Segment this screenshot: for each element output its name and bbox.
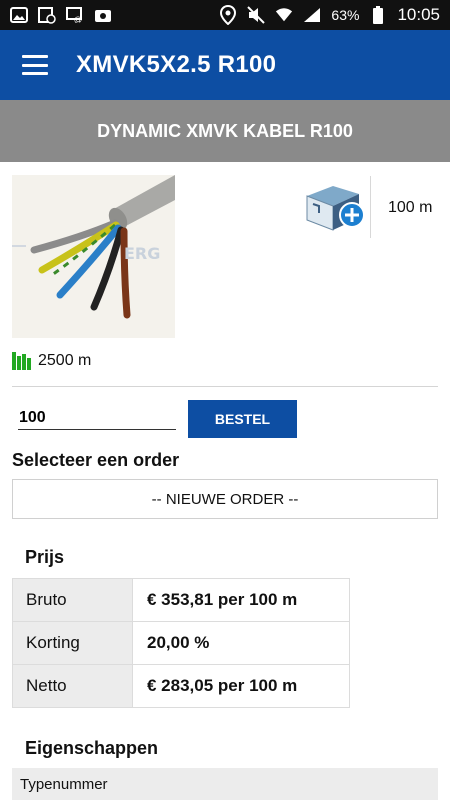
status-bar: @ 63% 10:05	[0, 0, 450, 30]
price-label: Netto	[12, 664, 133, 708]
divider	[370, 176, 371, 238]
properties-title: Eigenschappen	[25, 738, 159, 758]
signal-icon	[303, 6, 321, 24]
image-watermark: ERG	[124, 244, 160, 263]
product-name-header: DYNAMIC XMVK KABEL R100	[0, 100, 450, 162]
price-value: € 353,81 per 100 m	[132, 578, 350, 622]
divider	[12, 386, 438, 387]
clock: 10:05	[397, 5, 440, 24]
price-value: 20,00 %	[132, 621, 350, 665]
price-row-netto: Netto € 283,05 per 100 m	[12, 664, 350, 708]
price-title: Prijs	[25, 547, 65, 567]
price-label: Bruto	[12, 578, 133, 622]
menu-icon[interactable]	[22, 55, 48, 75]
battery-icon	[369, 6, 387, 24]
svg-text:@: @	[74, 15, 82, 23]
stock-quantity: 2500 m	[38, 352, 92, 369]
order-button[interactable]: BESTEL	[188, 400, 297, 438]
wifi-icon	[275, 6, 293, 24]
mute-icon	[247, 6, 266, 24]
price-row-bruto: Bruto € 353,81 per 100 m	[12, 578, 350, 622]
order-select-value: -- NIEUWE ORDER --	[151, 490, 299, 508]
price-label: Korting	[12, 621, 133, 665]
stock-icon	[12, 352, 32, 370]
stock-indicator: 2500 m	[12, 352, 91, 370]
add-box-icon[interactable]	[303, 180, 367, 234]
page-title: XMVK5X2.5 R100	[76, 51, 277, 78]
product-image: ERG	[12, 175, 175, 338]
battery-percentage: 63%	[331, 7, 360, 23]
location-icon	[219, 5, 237, 25]
photo-icon	[94, 6, 112, 24]
price-row-korting: Korting 20,00 %	[12, 621, 350, 665]
price-value: € 283,05 per 100 m	[132, 664, 350, 708]
unit-label: 100 m	[388, 199, 433, 216]
property-row: Typenummer	[12, 768, 438, 800]
property-label: Typenummer	[20, 775, 108, 793]
select-order-label: Selecteer een order	[12, 450, 180, 470]
order-select[interactable]: -- NIEUWE ORDER --	[12, 479, 438, 519]
price-table: Bruto € 353,81 per 100 m Korting 20,00 %…	[12, 578, 350, 708]
app-bar: XMVK5X2.5 R100	[0, 30, 450, 100]
quantity-input[interactable]	[18, 406, 176, 430]
image-icon	[10, 6, 28, 24]
voicemail-icon: @	[66, 6, 84, 24]
calendar-icon	[38, 6, 56, 24]
